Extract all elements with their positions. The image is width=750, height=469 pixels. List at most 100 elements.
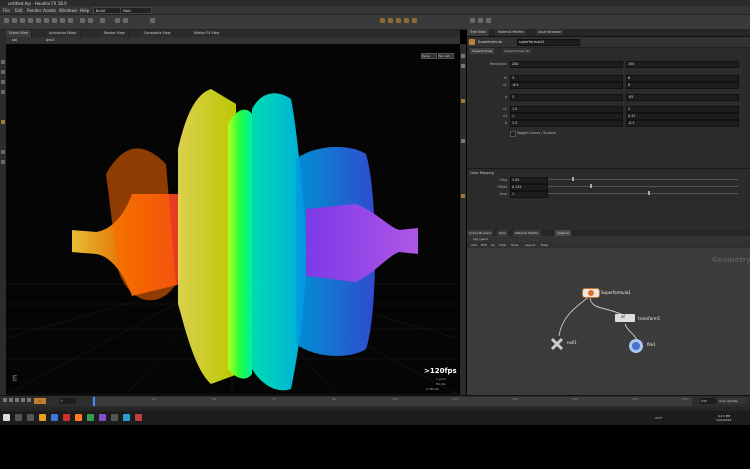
lsystem-icon[interactable] [115, 18, 120, 23]
menu-help[interactable]: Help [80, 8, 89, 13]
file-explorer-icon[interactable] [39, 414, 46, 421]
param-field[interactable]: 3 [510, 94, 623, 101]
tab-superformula-3d[interactable]: Superformula 3D [502, 48, 532, 54]
rotate-icon[interactable] [1, 80, 5, 84]
path-obj[interactable]: obj [12, 38, 17, 42]
null-icon[interactable] [44, 18, 49, 23]
light-icon[interactable] [388, 18, 393, 23]
app-icon-green[interactable] [87, 414, 94, 421]
start-frame-field[interactable]: 1 [60, 398, 76, 404]
scale-icon[interactable] [1, 90, 5, 94]
freq-slider-handle[interactable] [572, 177, 574, 181]
platonic-icon[interactable] [100, 18, 105, 23]
app-icon-dark-red[interactable] [135, 414, 142, 421]
font-icon[interactable] [88, 18, 93, 23]
color-section-title[interactable]: Color Mapping [470, 171, 494, 175]
shading-icon[interactable] [461, 99, 465, 103]
camera-icon[interactable] [380, 18, 385, 23]
wireframe-icon[interactable] [461, 64, 465, 68]
menu-windows[interactable]: Windows [59, 8, 77, 13]
metaball-icon[interactable] [123, 18, 128, 23]
tab-composite-view[interactable]: Composite View [141, 30, 175, 37]
tab-scene-view[interactable]: Scene View [6, 30, 32, 37]
main-select[interactable]: Main [120, 7, 152, 14]
path-geo[interactable]: geo1 [46, 38, 55, 42]
app-icon-purple[interactable] [99, 414, 106, 421]
offset-slider[interactable] [548, 186, 738, 187]
menu-render[interactable]: Render [27, 8, 41, 13]
step-back-icon[interactable] [9, 398, 13, 402]
view-icon[interactable] [1, 160, 5, 164]
display-options-icon[interactable] [461, 54, 465, 58]
sphere-icon[interactable] [12, 18, 17, 23]
end-frame-field[interactable]: 240 [700, 398, 716, 404]
switcher-icon[interactable] [486, 18, 491, 23]
offset-field[interactable]: 0.132 [510, 184, 548, 191]
node-transform[interactable]: xf [615, 314, 635, 322]
tab-tree-view[interactable]: Tree View [467, 29, 490, 36]
stereo-camera-icon[interactable] [478, 18, 483, 23]
play-reverse-icon[interactable] [3, 398, 7, 402]
param-field[interactable]: -0.3 [626, 120, 739, 127]
move-icon[interactable] [1, 70, 5, 74]
box-icon[interactable] [4, 18, 9, 23]
param-field[interactable]: 3 [510, 75, 623, 82]
file-icon[interactable] [150, 18, 155, 23]
lights-icon[interactable] [461, 194, 465, 198]
param-field[interactable]: 8 [626, 82, 739, 89]
param-field[interactable]: 1.3 [510, 120, 623, 127]
param-field[interactable]: 1 [510, 113, 623, 120]
torus-icon[interactable] [28, 18, 33, 23]
tube-icon[interactable] [20, 18, 25, 23]
tab-asset-browser[interactable]: Asset Browser [535, 29, 566, 36]
param-field[interactable]: 6 [626, 75, 739, 82]
amp-slider[interactable] [548, 193, 738, 194]
app-icon-red[interactable] [63, 414, 70, 421]
select-icon[interactable] [1, 60, 5, 64]
menu-file[interactable]: File [3, 8, 10, 13]
task-view-icon[interactable] [27, 414, 34, 421]
area-light-icon[interactable] [404, 18, 409, 23]
toggle-checkbox[interactable] [510, 131, 516, 137]
tab-animation-editor[interactable]: Animation Editor [46, 30, 81, 37]
network-editor[interactable]: obj / geo1 Add Edit Go View Tools Layout… [467, 236, 750, 395]
param-field[interactable]: 200 [626, 61, 739, 68]
tab-superformula[interactable]: Superformula [470, 48, 495, 54]
step-forward-icon[interactable] [21, 398, 25, 402]
freq-slider[interactable] [548, 179, 738, 180]
pose-icon[interactable] [1, 150, 5, 154]
param-field[interactable]: 2 [626, 106, 739, 113]
camera-menu[interactable]: No cam [438, 53, 454, 59]
3d-viewport[interactable]: Persp No cam >120fps 1 prim 80 pts 2.3M … [6, 44, 459, 395]
grid-icon[interactable] [36, 18, 41, 23]
node-name-field[interactable]: superformula1 [517, 39, 580, 46]
tab-motion-fx-view[interactable]: Motion FX View [191, 30, 224, 37]
line-icon[interactable] [52, 18, 57, 23]
param-field[interactable]: 1.5 [510, 106, 623, 113]
spray-icon[interactable] [80, 18, 85, 23]
node-null[interactable] [550, 337, 564, 351]
app-icon-blue[interactable] [123, 414, 130, 421]
stop-icon[interactable] [15, 398, 19, 402]
play-icon[interactable] [27, 398, 31, 402]
spot-light-icon[interactable] [396, 18, 401, 23]
auto-update-menu[interactable]: Auto Update [718, 398, 747, 404]
timeline-bar[interactable]: 24 48 72 96 120 144 168 192 216 240 [92, 397, 692, 406]
menu-assets[interactable]: Assets [43, 8, 56, 13]
circle-icon[interactable] [60, 18, 65, 23]
houdini-icon[interactable] [75, 414, 82, 421]
app-icon-gray[interactable] [111, 414, 118, 421]
playhead[interactable] [93, 397, 95, 406]
windows-start-icon[interactable] [3, 414, 10, 421]
menu-edit[interactable]: Edit [15, 8, 23, 13]
vr-camera-icon[interactable] [470, 18, 475, 23]
offset-slider-handle[interactable] [590, 184, 592, 188]
amp-field[interactable]: 1 [510, 191, 548, 198]
param-field[interactable]: 200 [510, 61, 623, 68]
node-file[interactable] [629, 339, 643, 353]
freq-field[interactable]: 1.55 [510, 177, 548, 184]
clock-date[interactable]: 12/1/2019 [716, 418, 731, 422]
param-field[interactable]: -8.5 [510, 82, 623, 89]
current-frame-field[interactable]: 1 [34, 398, 46, 404]
tab-material-palette[interactable]: Material Palette [495, 29, 528, 36]
